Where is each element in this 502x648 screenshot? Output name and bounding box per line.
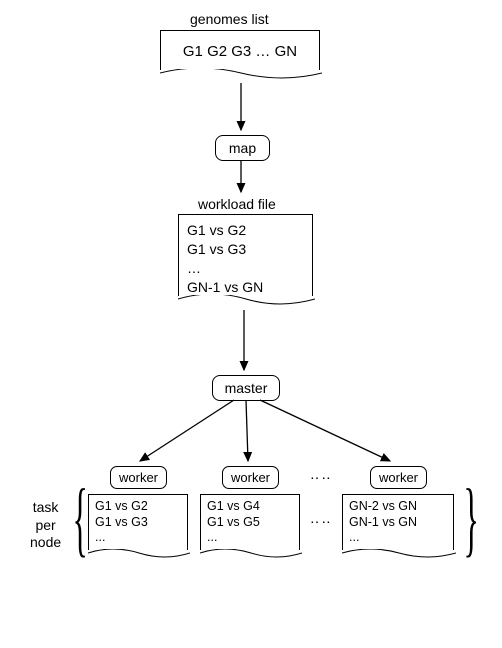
workload-file-doc: G1 vs G2 G1 vs G3 … GN-1 vs GN [178,214,313,296]
tpn-l2: per [30,517,61,535]
workers-ellipsis: ‥‥ [310,466,333,483]
task3-l3: ... [349,530,449,546]
doc-wave-icon [342,549,456,563]
worker-node-3: worker [370,466,427,489]
worker-node-1: worker [110,466,167,489]
task1-l1: G1 vs G2 [95,499,183,515]
workload-line-3: … [187,259,304,278]
arrow-master-worker3 [260,400,390,461]
task3-l2: GN-1 vs GN [349,515,449,531]
brace-right-icon: } [464,472,479,568]
task2-l3: ... [207,530,295,546]
arrow-master-worker2 [246,400,248,461]
genomes-list-title: genomes list [190,11,269,27]
genomes-list-content: G1 G2 G3 … GN [169,37,311,62]
tpn-l1: task [30,499,61,517]
task3-l1: GN-2 vs GN [349,499,449,515]
map-node: map [215,135,270,161]
task-per-node-label: task per node [30,499,61,552]
task2-l2: G1 vs G5 [207,515,295,531]
workload-line-4: GN-1 vs GN [187,278,304,297]
brace-left-icon: { [73,472,88,568]
doc-wave-icon [160,69,322,85]
tasks-ellipsis: ‥‥ [310,510,333,527]
doc-wave-icon [178,295,315,311]
task-doc-2: G1 vs G4 G1 vs G5 ... [200,494,300,550]
workload-line-2: G1 vs G3 [187,240,304,259]
worker-node-2: worker [222,466,279,489]
task1-l2: G1 vs G3 [95,515,183,531]
workload-file-title: workload file [198,196,276,212]
arrow-master-worker1 [140,400,234,461]
master-node: master [212,375,280,401]
workload-line-1: G1 vs G2 [187,221,304,240]
task-doc-3: GN-2 vs GN GN-1 vs GN ... [342,494,454,550]
task1-l3: ... [95,530,183,546]
tpn-l3: node [30,534,61,552]
doc-wave-icon [88,549,190,563]
task2-l1: G1 vs G4 [207,499,295,515]
doc-wave-icon [200,549,302,563]
task-doc-1: G1 vs G2 G1 vs G3 ... [88,494,188,550]
diagram-canvas: genomes list G1 G2 G3 … GN map workload … [0,0,502,648]
genomes-list-doc: G1 G2 G3 … GN [160,30,320,70]
